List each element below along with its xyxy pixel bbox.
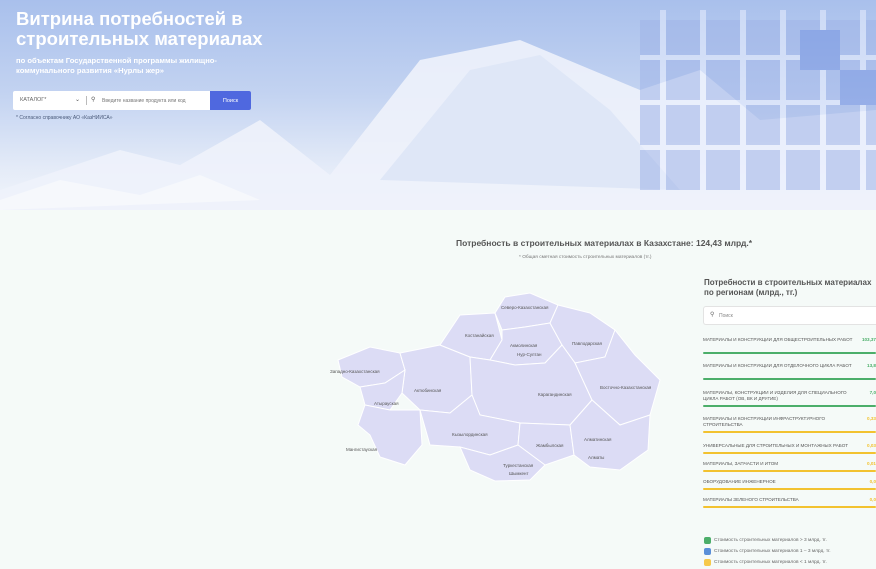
category-value: 7,0 (869, 390, 876, 395)
region-label: Атырауская (374, 401, 399, 406)
regions-panel-title: Потребности в строительных материалах по… (704, 278, 872, 297)
region-label: Алматы (588, 455, 604, 460)
category-bar (703, 470, 876, 472)
region-label: Карагандинская (538, 392, 572, 397)
legend-label: Стоимость строительных материалов < 1 мл… (714, 560, 827, 565)
category-bar (703, 431, 876, 433)
category-value: 0,0 (869, 497, 876, 502)
legend-swatch (704, 559, 711, 566)
region-aktyubinskaya[interactable] (399, 344, 473, 414)
region-label: Восточно-Казахстанская (600, 385, 652, 390)
page-title: Витрина потребностей в строительных мате… (16, 8, 263, 49)
region-label: Павлодарская (572, 341, 603, 346)
catalog-search-bar: КАТАЛОГ* ⌄ ⚲ Поиск (13, 91, 251, 110)
category-value: 0,33 (867, 416, 876, 421)
category-value: 0,0 (869, 479, 876, 484)
region-mangistauskaya[interactable] (357, 404, 423, 466)
total-demand-footnote: * Общая сметная стоимость строительных м… (519, 255, 652, 260)
category-name: УНИВЕРСАЛЬНЫЕ ДЛЯ СТРОИТЕЛЬНЫХ И МОНТАЖН… (703, 443, 849, 448)
search-icon: ⚲ (91, 97, 96, 103)
category-name: МАТЕРИАЛЫ И КОНСТРУКЦИИ ДЛЯ ОТДЕЛОЧНОГО … (703, 363, 852, 368)
total-demand-title: Потребность в строительных материалах в … (456, 238, 753, 248)
category-value: 103,37 (861, 337, 876, 342)
category-value: 13,8 (867, 363, 876, 368)
catalog-select[interactable]: КАТАЛОГ* (20, 91, 46, 110)
region-label: Алматинская (584, 437, 612, 442)
region-label: Костанайская (465, 332, 494, 338)
category-name: МАТЕРИАЛЫ, ЗАПЧАСТИ И ИТОМ (703, 461, 779, 466)
divider (86, 96, 87, 105)
category-bar (703, 352, 876, 354)
legend-item: Стоимость строительных материалов > 3 мл… (704, 537, 874, 545)
category-name: МАТЕРИАЛЫ ЗЕЛЕНОГО СТРОИТЕЛЬСТВА (703, 497, 799, 502)
category-bar (703, 506, 876, 508)
hero-banner: Витрина потребностей в строительных мате… (0, 0, 876, 210)
region-label: Акмолинская (510, 343, 538, 348)
product-search-input[interactable] (102, 94, 208, 107)
category-name: МАТЕРИАЛЫ, КОНСТРУКЦИИ И ИЗДЕЛИЯ ДЛЯ СПЕ… (703, 390, 847, 401)
category-bar (703, 405, 876, 407)
category-name: МАТЕРИАЛЫ И КОНСТРУКЦИИ ИНФРАСТРУКТУРНОГ… (703, 416, 826, 427)
legend-swatch (704, 537, 711, 544)
category-value: 0,01 (867, 461, 876, 466)
chevron-down-icon[interactable]: ⌄ (75, 91, 80, 110)
legend-label: Стоимость строительных материалов 1 – 3 … (714, 549, 831, 554)
category-bar (703, 452, 876, 454)
legend-label: Стоимость строительных материалов > 3 мл… (714, 538, 827, 543)
legend-item: Стоимость строительных материалов < 1 мл… (704, 559, 874, 567)
region-label: Шымкент (509, 471, 529, 476)
region-label: Мангистауская (346, 447, 378, 452)
page-subtitle: по объектам Государственной программы жи… (16, 56, 217, 75)
kazakhstan-map: Северо-Казахстанская Костанайская Акмоли… (330, 292, 661, 482)
region-label: Актюбинская (414, 388, 442, 393)
region-label: Нур-Султан (517, 352, 542, 357)
category-value: 0,03 (867, 443, 876, 448)
legend-item: Стоимость строительных материалов 1 – 3 … (704, 548, 874, 556)
region-label: Туркестанская (503, 463, 534, 468)
category-bar (703, 378, 876, 380)
category-name: ОБОРУДОВАНИЕ ИНЖЕНЕРНОЕ (703, 479, 776, 484)
catalog-footnote: * Согласно справочнику АО «КазНИИСА» (16, 115, 113, 121)
region-label: Жамбылская (536, 443, 564, 448)
panel-search-box: ⚲ (703, 306, 876, 325)
search-button[interactable]: Поиск (210, 91, 251, 110)
category-name: МАТЕРИАЛЫ И КОНСТРУКЦИИ ДЛЯ ОБЩЕСТРОИТЕЛ… (703, 337, 853, 342)
region-label: Северо-Казахстанская (501, 305, 549, 310)
category-bar (703, 488, 876, 490)
region-label: Западно-Казахстанская (330, 369, 380, 374)
legend-swatch (704, 548, 711, 555)
panel-search-input[interactable] (719, 310, 869, 321)
region-label: Кызылординская (452, 432, 488, 437)
search-icon: ⚲ (710, 312, 715, 318)
